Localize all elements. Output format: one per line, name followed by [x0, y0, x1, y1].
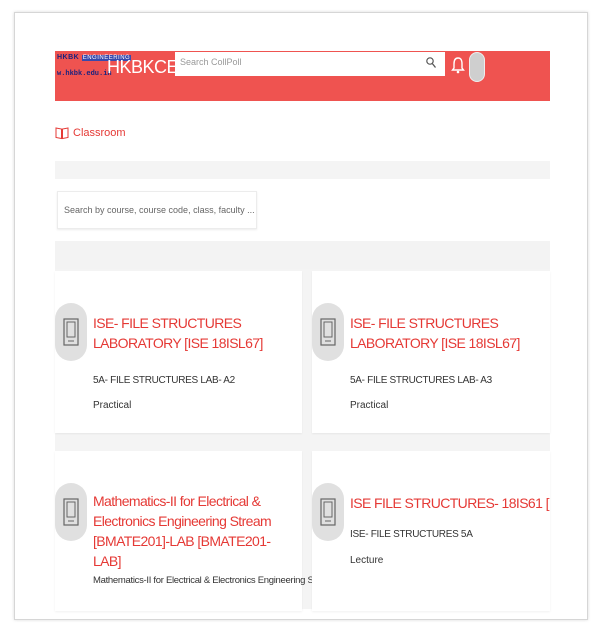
brand-name[interactable]: HKBKCE: [107, 57, 179, 78]
course-type: Practical: [93, 400, 132, 411]
course-title[interactable]: ISE FILE STRUCTURES- 18IS61 [ISE- 18IS61…: [350, 493, 550, 513]
course-thumbnail: [312, 483, 344, 541]
document-icon: [320, 318, 336, 346]
course-class: ISE- FILE STRUCTURES 5A: [350, 529, 473, 540]
top-navbar: HKBK ENGINEERING w.hkbk.edu.in HKBKCE Se…: [55, 51, 550, 101]
course-search-input[interactable]: Search by course, course code, class, fa…: [57, 191, 257, 229]
logo-text: HKBK: [57, 54, 80, 61]
course-type: Practical: [350, 400, 389, 411]
breadcrumb: Classroom: [55, 125, 126, 141]
course-type: Lecture: [350, 555, 384, 566]
course-class: 5A- FILE STRUCTURES LAB- A2: [93, 375, 235, 386]
course-search-placeholder: Search by course, course code, class, fa…: [64, 205, 255, 215]
course-class: 5A- FILE STRUCTURES LAB- A3: [350, 375, 492, 386]
course-title[interactable]: ISE- FILE STRUCTURES LABORATORY [ISE 18I…: [93, 313, 298, 353]
document-icon: [320, 498, 336, 526]
course-card[interactable]: Mathematics-II for Electrical & Electron…: [55, 451, 337, 611]
course-title[interactable]: ISE- FILE STRUCTURES LABORATORY [ISE 18I…: [350, 313, 546, 353]
college-logo[interactable]: HKBK ENGINEERING w.hkbk.edu.in: [57, 54, 132, 80]
course-card[interactable]: ISE- FILE STRUCTURES LABORATORY [ISE 18I…: [312, 271, 550, 433]
bell-icon[interactable]: [450, 55, 466, 75]
breadcrumb-classroom[interactable]: Classroom: [73, 127, 126, 139]
course-card[interactable]: ISE FILE STRUCTURES- 18IS61 [ISE- 18IS61…: [312, 451, 550, 611]
course-thumbnail: [312, 303, 344, 361]
logo-url: w.hkbk.edu.in: [57, 70, 112, 78]
global-search-placeholder: Search CollPoll: [180, 57, 242, 67]
document-icon: [63, 318, 79, 346]
screenshot-frame: HKBK ENGINEERING w.hkbk.edu.in HKBKCE Se…: [14, 12, 588, 620]
book-icon: [55, 127, 69, 140]
divider-band: [55, 161, 550, 179]
course-card[interactable]: ISE- FILE STRUCTURES LABORATORY [ISE 18I…: [55, 271, 302, 433]
global-search-input[interactable]: Search CollPoll: [175, 52, 445, 76]
course-title[interactable]: Mathematics-II for Electrical & Electron…: [93, 491, 283, 571]
document-icon: [63, 498, 79, 526]
course-thumbnail: [55, 483, 87, 541]
course-thumbnail: [55, 303, 87, 361]
divider-band: [55, 241, 550, 269]
search-icon[interactable]: [425, 56, 437, 70]
course-class: Mathematics-II for Electrical & Electron…: [93, 575, 337, 586]
avatar[interactable]: [469, 52, 485, 82]
